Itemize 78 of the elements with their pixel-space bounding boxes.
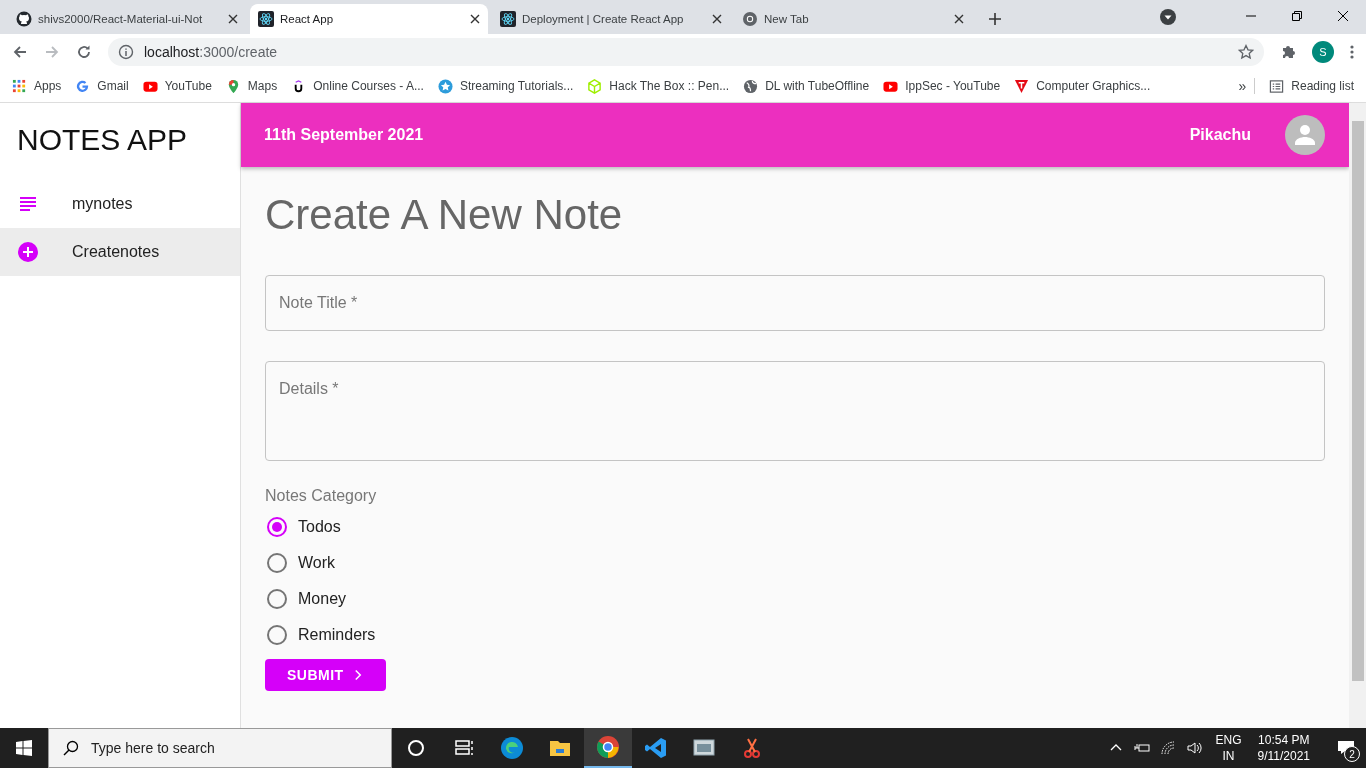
radio-button[interactable] (265, 515, 289, 539)
browser-tab[interactable]: Deployment | Create React App (492, 4, 730, 34)
browser-tab[interactable]: shivs2000/React-Material-ui-Not (8, 4, 246, 34)
info-icon[interactable] (118, 44, 134, 60)
chrome-icon (742, 11, 758, 27)
edge-icon (500, 736, 524, 760)
menu-icon[interactable] (1350, 44, 1354, 60)
close-icon[interactable] (712, 14, 722, 24)
close-icon[interactable] (1337, 10, 1349, 22)
search-icon (63, 740, 79, 756)
grid-icon (12, 78, 27, 94)
cube-icon (587, 78, 603, 94)
plus-icon[interactable] (988, 12, 1002, 26)
radio-button[interactable] (265, 623, 289, 647)
google-icon (75, 78, 91, 94)
address-bar[interactable]: localhost:3000/create (108, 38, 1264, 66)
close-icon[interactable] (470, 14, 480, 24)
bookmark-link[interactable]: Hack The Box :: Pen... (587, 78, 730, 94)
atom-icon (258, 11, 274, 27)
code-editor-icon (644, 736, 668, 760)
user-name: Pikachu (1189, 126, 1251, 144)
notification-count: 2 (1344, 746, 1360, 762)
url-text: localhost:3000/create (144, 44, 278, 60)
star-icon[interactable] (1238, 44, 1254, 60)
github-icon (16, 11, 32, 27)
taskbar-app[interactable] (584, 728, 632, 768)
bookmark-link[interactable]: Apps (12, 78, 62, 94)
scrollbar[interactable] (1349, 103, 1366, 728)
browser-tab[interactable]: React App (250, 4, 488, 34)
chrome-icon (596, 735, 620, 759)
category-label: Notes Category (265, 487, 377, 505)
app-title: NOTES APP (16, 122, 189, 158)
reload-icon[interactable] (76, 44, 92, 60)
restore-icon[interactable] (1291, 10, 1303, 22)
browser-tab[interactable]: New Tab (734, 4, 972, 34)
sidebar-item[interactable]: Createnotes (0, 228, 240, 276)
triangle-logo-icon (1014, 78, 1030, 94)
puzzle-icon[interactable] (1280, 44, 1296, 60)
bookmark-link[interactable]: Streaming Tutorials... (437, 78, 574, 94)
radio-button[interactable] (265, 551, 289, 575)
lines-icon (18, 194, 38, 214)
radio-label: Work (298, 554, 336, 572)
close-icon[interactable] (228, 14, 238, 24)
radio-label: Money (298, 590, 347, 608)
bookmark-link[interactable]: Gmail (75, 78, 129, 94)
globe-icon (743, 78, 759, 94)
page-heading: Create A New Note (265, 191, 623, 239)
bookmark-link[interactable]: Computer Graphics... (1014, 78, 1151, 94)
windows-start-icon[interactable] (16, 740, 32, 756)
more-bookmarks-button[interactable]: » (1238, 78, 1256, 94)
star-icon (437, 78, 453, 94)
bookmark-link[interactable]: DL with TubeOffline (743, 78, 870, 94)
radio-label: Todos (298, 518, 341, 536)
radio-label: Reminders (298, 626, 376, 644)
profile-avatar[interactable]: S (1312, 41, 1334, 63)
back-arrow-icon[interactable] (12, 44, 28, 60)
dropdown-icon[interactable] (1160, 9, 1176, 25)
sidebar-item[interactable]: mynotes (0, 180, 240, 228)
add-circle-icon (18, 242, 38, 262)
bookmark-link[interactable]: Online Courses - A... (291, 78, 424, 94)
avatar-icon[interactable] (1285, 115, 1325, 155)
language-indicator[interactable]: ENG IN (1215, 732, 1242, 764)
list-icon (1269, 78, 1285, 94)
close-icon[interactable] (954, 14, 964, 24)
atom-icon (500, 11, 516, 27)
wifi-icon[interactable] (1160, 740, 1177, 756)
bookmark-link[interactable]: YouTube (142, 78, 212, 94)
details-text-area[interactable]: Details * (265, 361, 1325, 461)
bookmark-link[interactable]: IppSec - YouTube (883, 78, 1001, 94)
taskbar-search-field[interactable]: Type here to search (48, 728, 392, 768)
title-input-field[interactable]: Note Title * (265, 275, 1325, 331)
speaker-icon[interactable] (1186, 740, 1203, 756)
submit-button[interactable]: SUBMIT (265, 659, 386, 691)
radio-button[interactable] (265, 587, 289, 611)
date-text: 11th September 2021 (264, 126, 424, 144)
clock[interactable]: 10:54 PM 9/11/2021 (1257, 732, 1310, 764)
reading-list-button[interactable]: Reading list (1269, 78, 1354, 94)
bookmark-link[interactable]: Maps (225, 78, 278, 94)
